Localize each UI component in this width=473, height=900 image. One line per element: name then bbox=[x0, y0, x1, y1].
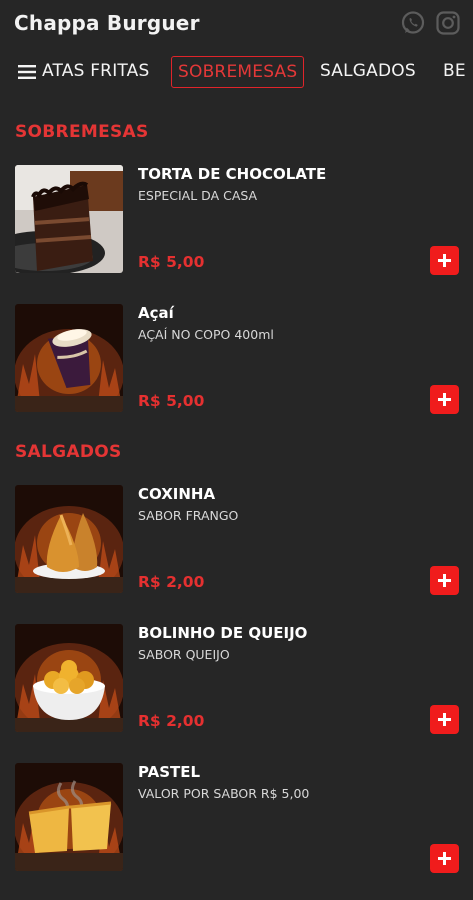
item-name: PASTEL bbox=[138, 763, 201, 781]
menu-icon[interactable] bbox=[18, 64, 36, 80]
item-description: SABOR FRANGO bbox=[138, 508, 239, 523]
instagram-icon[interactable] bbox=[435, 10, 461, 36]
item-name: TORTA DE CHOCOLATE bbox=[138, 165, 327, 183]
item-description: ESPECIAL DA CASA bbox=[138, 188, 258, 203]
whatsapp-icon[interactable] bbox=[400, 10, 426, 36]
item-description: SABOR QUEIJO bbox=[138, 647, 230, 662]
tab-bebidas[interactable]: BE bbox=[443, 56, 466, 88]
tab-salgados[interactable]: SALGADOS bbox=[320, 56, 416, 88]
menu-item: PASTEL VALOR POR SABOR R$ 5,00 bbox=[0, 763, 473, 881]
section-title-salgados: SALGADOS bbox=[15, 442, 122, 462]
menu-item: BOLINHO DE QUEIJO SABOR QUEIJO R$ 2,00 bbox=[0, 624, 473, 742]
add-to-cart-button[interactable] bbox=[430, 246, 459, 275]
item-price: R$ 2,00 bbox=[138, 712, 205, 730]
menu-item: Açaí AÇAÍ NO COPO 400ml R$ 5,00 bbox=[0, 304, 473, 422]
cheese-balls-image[interactable] bbox=[15, 624, 123, 732]
item-description: AÇAÍ NO COPO 400ml bbox=[138, 327, 274, 342]
pastel-image[interactable] bbox=[15, 763, 123, 871]
coxinha-image[interactable] bbox=[15, 485, 123, 593]
add-to-cart-button[interactable] bbox=[430, 566, 459, 595]
add-to-cart-button[interactable] bbox=[430, 705, 459, 734]
item-price: R$ 2,00 bbox=[138, 573, 205, 591]
app-header: Chappa Burguer bbox=[0, 0, 473, 48]
item-name: COXINHA bbox=[138, 485, 216, 503]
menu-item: COXINHA SABOR FRANGO R$ 2,00 bbox=[0, 485, 473, 603]
add-to-cart-button[interactable] bbox=[430, 844, 459, 873]
tab-sobremesas[interactable]: SOBREMESAS bbox=[171, 56, 305, 88]
acai-cup-image[interactable] bbox=[15, 304, 123, 412]
category-tabs: ATAS FRITAS SOBREMESAS SALGADOS BE bbox=[0, 52, 473, 92]
tab-batatas-fritas[interactable]: ATAS FRITAS bbox=[42, 56, 150, 88]
section-title-sobremesas: SOBREMESAS bbox=[15, 122, 149, 142]
item-price: R$ 5,00 bbox=[138, 253, 205, 271]
add-to-cart-button[interactable] bbox=[430, 385, 459, 414]
item-price: R$ 5,00 bbox=[138, 392, 205, 410]
chocolate-cake-image[interactable] bbox=[15, 165, 123, 273]
item-name: BOLINHO DE QUEIJO bbox=[138, 624, 308, 642]
menu-item: TORTA DE CHOCOLATE ESPECIAL DA CASA R$ 5… bbox=[0, 165, 473, 283]
item-name: Açaí bbox=[138, 304, 174, 322]
item-description: VALOR POR SABOR R$ 5,00 bbox=[138, 786, 310, 801]
store-title: Chappa Burguer bbox=[14, 11, 200, 35]
